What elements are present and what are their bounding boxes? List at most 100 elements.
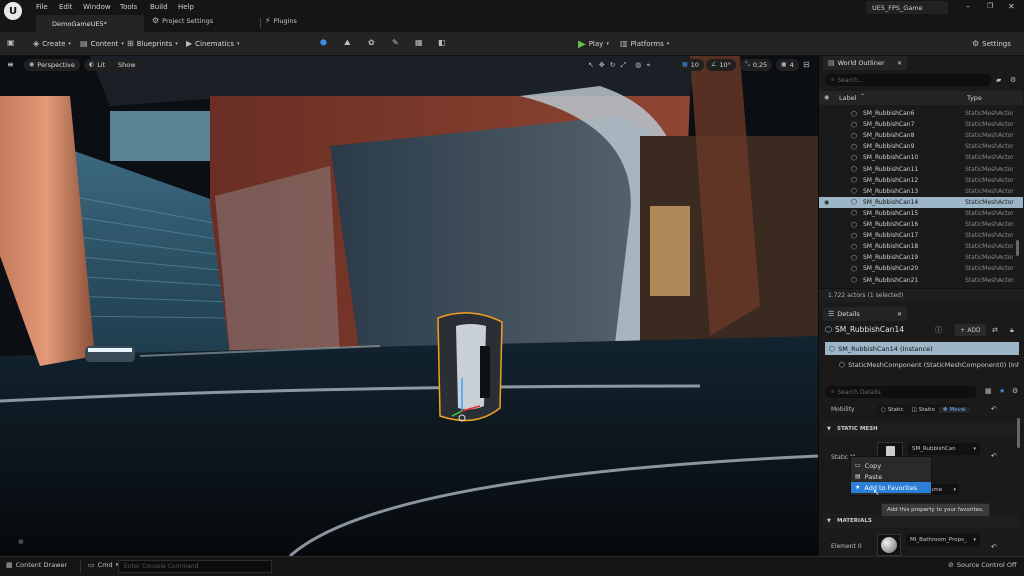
outliner-row[interactable]: ⬡ SM_RubbishCan17 StaticMeshActor [819, 230, 1023, 241]
lock-icon[interactable]: 🔒︎ [1010, 326, 1014, 334]
component-row[interactable]: ⬡ StaticMeshComponent (StaticMeshCompone… [839, 361, 1019, 369]
tab-details[interactable]: ☰ Details ✕ [823, 307, 907, 321]
outliner-row[interactable]: ⬡ SM_RubbishCan21 StaticMeshActor [819, 275, 1023, 286]
add-folder-icon[interactable]: ▰ [996, 76, 1001, 84]
lit-button[interactable]: ◐ Lit [84, 59, 111, 71]
menu-tools[interactable]: Tools [120, 3, 137, 11]
close-icon[interactable]: ✕ [1008, 2, 1015, 11]
component-instance-row[interactable]: ⬡ SM_RubbishCan14 (Instance) [825, 342, 1019, 355]
favorites-star-icon[interactable]: ★ [999, 387, 1005, 395]
outliner-search-input[interactable]: ⌕ Search... [825, 74, 991, 86]
eye-icon[interactable]: ◉ [824, 94, 829, 102]
context-paste[interactable]: ▤ Paste [851, 471, 931, 482]
outliner-row[interactable]: ◉ ⬡ SM_RubbishCan14 StaticMeshActor [819, 196, 1023, 208]
surface-snap-icon[interactable]: ⌖ [646, 61, 650, 69]
play-button[interactable]: ▶ Play ▾ [578, 38, 609, 50]
mobility-stationary-option[interactable]: ◫ Statio [908, 407, 939, 413]
source-control-button[interactable]: ⊘ Source Control Off [948, 561, 1016, 569]
outliner-row[interactable]: ⬡ SM_RubbishCan7 StaticMeshActor [819, 119, 1023, 130]
tab-project-settings[interactable]: ⚙ Project Settings [152, 17, 213, 26]
outliner-row[interactable]: ⬡ SM_RubbishCan15 StaticMeshActor [819, 208, 1023, 219]
console-input[interactable]: Enter Console Command [118, 560, 272, 573]
tab-plugins[interactable]: ⚡ Plugins [265, 17, 297, 26]
outliner-row[interactable]: ⬡ SM_RubbishCan18 StaticMeshActor [819, 241, 1023, 252]
move-icon[interactable]: ✥ [599, 61, 605, 69]
menu-file[interactable]: File [36, 3, 48, 11]
menu-edit[interactable]: Edit [59, 3, 73, 11]
modeling-mode-icon[interactable]: ▦ [415, 39, 423, 47]
mesh-paint-icon[interactable]: ✎ [392, 39, 399, 47]
foliage-mode-icon[interactable]: ✿ [368, 39, 375, 47]
outliner-row[interactable]: ⬡ SM_RubbishCan8 StaticMeshActor [819, 130, 1023, 141]
cmd-button[interactable]: ▭ Cmd ▾ [88, 561, 118, 569]
landscape-mode-icon[interactable]: ⛰ [344, 39, 351, 47]
outliner-row[interactable]: ⬡ SM_RubbishCan19 StaticMeshActor [819, 252, 1023, 263]
outliner-row[interactable]: ⬡ SM_RubbishCan6 StaticMeshActor [819, 108, 1023, 119]
tab-level[interactable]: DemoGameUE5* [36, 15, 144, 32]
settings-button[interactable]: ⚙ Settings [972, 38, 1011, 50]
reset-to-default-icon[interactable]: ↶ [991, 452, 997, 460]
outliner-row-type: StaticMeshActor [965, 209, 1014, 217]
material-dropdown[interactable]: MI_Bathroom_Props_ ▾ [906, 534, 980, 546]
details-settings-icon[interactable]: ⚙ [1012, 387, 1018, 395]
select-mode-icon[interactable]: ⬢ [320, 39, 327, 47]
select-cursor-icon[interactable]: ↖ [588, 61, 594, 69]
save-icon[interactable]: ▣ [7, 39, 15, 47]
property-matrix-icon[interactable]: ▦ [985, 387, 992, 395]
static-mesh-section-header[interactable]: ▼ STATIC MESH [823, 422, 1019, 436]
reset-to-default-icon[interactable]: ↶ [991, 543, 997, 551]
column-type[interactable]: Type [967, 94, 982, 102]
close-tab-icon[interactable]: ✕ [897, 311, 902, 318]
outliner-row[interactable]: ⬡ SM_RubbishCan9 StaticMeshActor [819, 141, 1023, 152]
details-scrollbar[interactable] [1017, 418, 1020, 448]
world-space-icon[interactable]: ◍ [635, 61, 641, 69]
help-icon[interactable]: ⓘ [935, 326, 942, 334]
column-label[interactable]: Label [839, 94, 857, 102]
grid-snap-button[interactable]: ▦ 10 [677, 59, 704, 71]
level-viewport[interactable]: ≡ ◉ Perspective ◐ Lit Show ↖ ✥ ↻ ⤢ ◍ ⌖ ▦… [0, 56, 818, 556]
context-copy[interactable]: ▭ Copy [851, 460, 931, 471]
content-drawer-button[interactable]: ▦ Content Drawer [6, 561, 67, 569]
outliner-row[interactable]: ⬡ SM_RubbishCan12 StaticMeshActor [819, 175, 1023, 186]
material-thumbnail[interactable] [877, 534, 901, 556]
details-search-input[interactable]: ⌕ Search Details [825, 386, 977, 398]
rotation-snap-button[interactable]: ∠ 10° [706, 59, 736, 71]
outliner-settings-icon[interactable]: ⚙ [1010, 76, 1016, 84]
show-button[interactable]: Show [113, 59, 141, 71]
outliner-scrollbar[interactable] [1016, 240, 1019, 256]
outliner-row[interactable]: ⬡ SM_RubbishCan10 StaticMeshActor [819, 152, 1023, 163]
static-mesh-dropdown[interactable]: SM_RubbishCan ▾ [908, 443, 980, 455]
mobility-static-option[interactable]: ○ Static [877, 407, 908, 413]
perspective-button[interactable]: ◉ Perspective [24, 59, 80, 71]
camera-speed-button[interactable]: ▣ 4 [776, 59, 799, 71]
outliner-row[interactable]: ⬡ SM_RubbishCan16 StaticMeshActor [819, 219, 1023, 230]
add-component-button[interactable]: + ADD [955, 324, 986, 336]
cinematics-button[interactable]: ▶ Cinematics ▾ [186, 38, 240, 50]
scale-icon[interactable]: ⤢ [621, 61, 627, 69]
mobility-movable-option[interactable]: ✥ Moval [938, 406, 970, 413]
menu-build[interactable]: Build [150, 3, 168, 11]
menu-window[interactable]: Window [83, 3, 111, 11]
rotate-icon[interactable]: ↻ [610, 61, 616, 69]
viewport-options-icon[interactable]: ⊟ [803, 61, 810, 69]
menu-help[interactable]: Help [178, 3, 194, 11]
unreal-logo-icon[interactable]: U [4, 2, 22, 20]
reset-to-default-icon[interactable]: ↶ [991, 405, 997, 413]
outliner-row[interactable]: ⬡ SM_RubbishCan13 StaticMeshActor [819, 186, 1023, 197]
content-button[interactable]: ▤ Content ▾ [80, 38, 124, 50]
close-tab-icon[interactable]: ✕ [897, 60, 902, 67]
hamburger-menu-icon[interactable]: ≡ [7, 61, 14, 69]
maximize-icon[interactable]: ❐ [987, 2, 993, 10]
context-add-to-favorites[interactable]: ★ Add to Favorites [851, 482, 931, 493]
outliner-row[interactable]: ⬡ SM_RubbishCan20 StaticMeshActor [819, 263, 1023, 274]
platforms-button[interactable]: ▥ Platforms ▾ [620, 38, 669, 50]
scale-snap-button[interactable]: ⤡ 0,25 [740, 59, 773, 71]
visibility-eye-icon[interactable]: ◉ [824, 199, 829, 206]
minimize-icon[interactable]: – [966, 2, 970, 11]
create-button[interactable]: ◈ Create ▾ [33, 38, 71, 50]
blueprints-button[interactable]: ⊞ Blueprints ▾ [127, 38, 178, 50]
outliner-row[interactable]: ⬡ SM_RubbishCan11 StaticMeshActor [819, 164, 1023, 175]
blueprint-convert-icon[interactable]: ⇄ [992, 326, 998, 334]
fracture-mode-icon[interactable]: ◧ [438, 39, 446, 47]
tab-world-outliner[interactable]: ▤ World Outliner ✕ [823, 56, 907, 70]
